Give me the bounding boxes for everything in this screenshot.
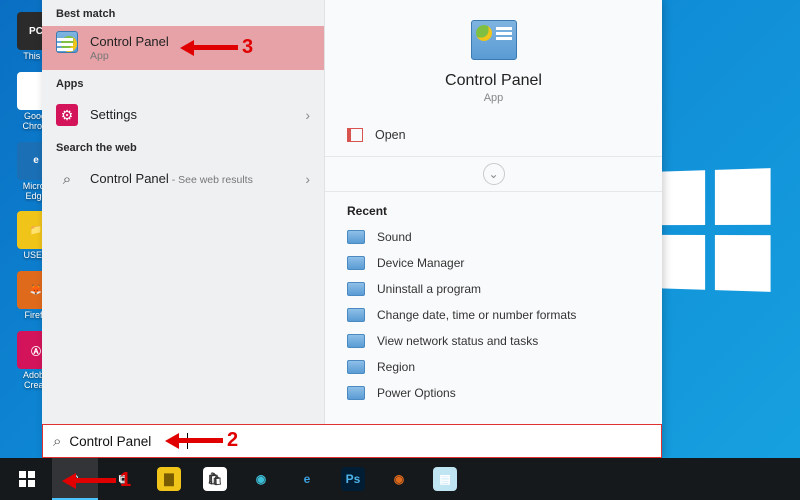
windows-logo-wallpaper — [653, 168, 770, 292]
search-box[interactable]: ⌕ — [42, 424, 662, 458]
recent-item[interactable]: Device Manager — [325, 250, 662, 276]
section-best-match: Best match — [42, 0, 324, 26]
taskbar-app-firefox[interactable]: ◉ — [376, 458, 422, 500]
control-panel-icon — [471, 20, 517, 60]
chevron-down-icon: ⌄ — [483, 163, 505, 185]
section-web: Search the web — [42, 134, 324, 160]
recent-item[interactable]: Sound — [325, 224, 662, 250]
open-button[interactable]: Open — [325, 114, 662, 157]
taskbar-app-ms-store[interactable]: 🛍 — [192, 458, 238, 500]
annotation-3: 3 — [180, 36, 257, 59]
search-input[interactable] — [69, 434, 179, 449]
taskbar-app-photoshop[interactable]: Ps — [330, 458, 376, 500]
annotation-1: 1 — [62, 469, 135, 492]
expand-button[interactable]: ⌄ — [325, 157, 662, 192]
annotation-2: 2 — [165, 429, 242, 452]
detail-subtitle: App — [325, 92, 662, 104]
recent-item[interactable]: Power Options — [325, 380, 662, 406]
recent-item[interactable]: Region — [325, 354, 662, 380]
result-title: Control Panel — [90, 171, 169, 186]
detail-title: Control Panel — [325, 72, 662, 90]
desktop-wallpaper: PCThis P●GooglChromeMicrosEdge📁USER🦊Fire… — [0, 0, 800, 500]
search-flyout: Best match Control Panel App Apps ⚙ Sett… — [42, 0, 662, 458]
recent-header: Recent — [325, 192, 662, 224]
detail-header: Control Panel App — [325, 0, 662, 114]
taskbar-app-file-explorer[interactable]: ▇ — [146, 458, 192, 500]
recent-item[interactable]: Change date, time or number formats — [325, 302, 662, 328]
chevron-right-icon: › — [305, 171, 310, 187]
control-panel-item-icon — [347, 360, 365, 374]
search-icon: ⌕ — [53, 433, 61, 450]
settings-icon: ⚙ — [56, 104, 78, 126]
recent-item[interactable]: View network status and tasks — [325, 328, 662, 354]
control-panel-icon — [56, 37, 78, 59]
result-title: Settings — [90, 107, 293, 123]
search-icon: ⌕ — [56, 168, 78, 190]
taskbar-app-edge[interactable]: ◉ — [238, 458, 284, 500]
control-panel-item-icon — [347, 308, 365, 322]
result-hint: - See web results — [169, 174, 253, 186]
search-results-column: Best match Control Panel App Apps ⚙ Sett… — [42, 0, 324, 458]
control-panel-item-icon — [347, 282, 365, 296]
recent-list: SoundDevice ManagerUninstall a programCh… — [325, 224, 662, 406]
section-apps: Apps — [42, 70, 324, 96]
control-panel-item-icon — [347, 256, 365, 270]
search-detail-column: Control Panel App Open ⌄ Recent SoundDev… — [324, 0, 662, 458]
result-settings[interactable]: ⚙ Settings › — [42, 96, 324, 134]
control-panel-item-icon — [347, 230, 365, 244]
taskbar-app-notepad[interactable]: ▤ — [422, 458, 468, 500]
taskbar-app-ie[interactable]: e — [284, 458, 330, 500]
result-web-control-panel[interactable]: ⌕ Control Panel - See web results › — [42, 160, 324, 198]
chevron-right-icon: › — [305, 107, 310, 123]
recent-item[interactable]: Uninstall a program — [325, 276, 662, 302]
open-label: Open — [375, 128, 406, 142]
control-panel-item-icon — [347, 334, 365, 348]
start-button[interactable] — [4, 458, 50, 500]
open-icon — [347, 128, 363, 142]
control-panel-item-icon — [347, 386, 365, 400]
